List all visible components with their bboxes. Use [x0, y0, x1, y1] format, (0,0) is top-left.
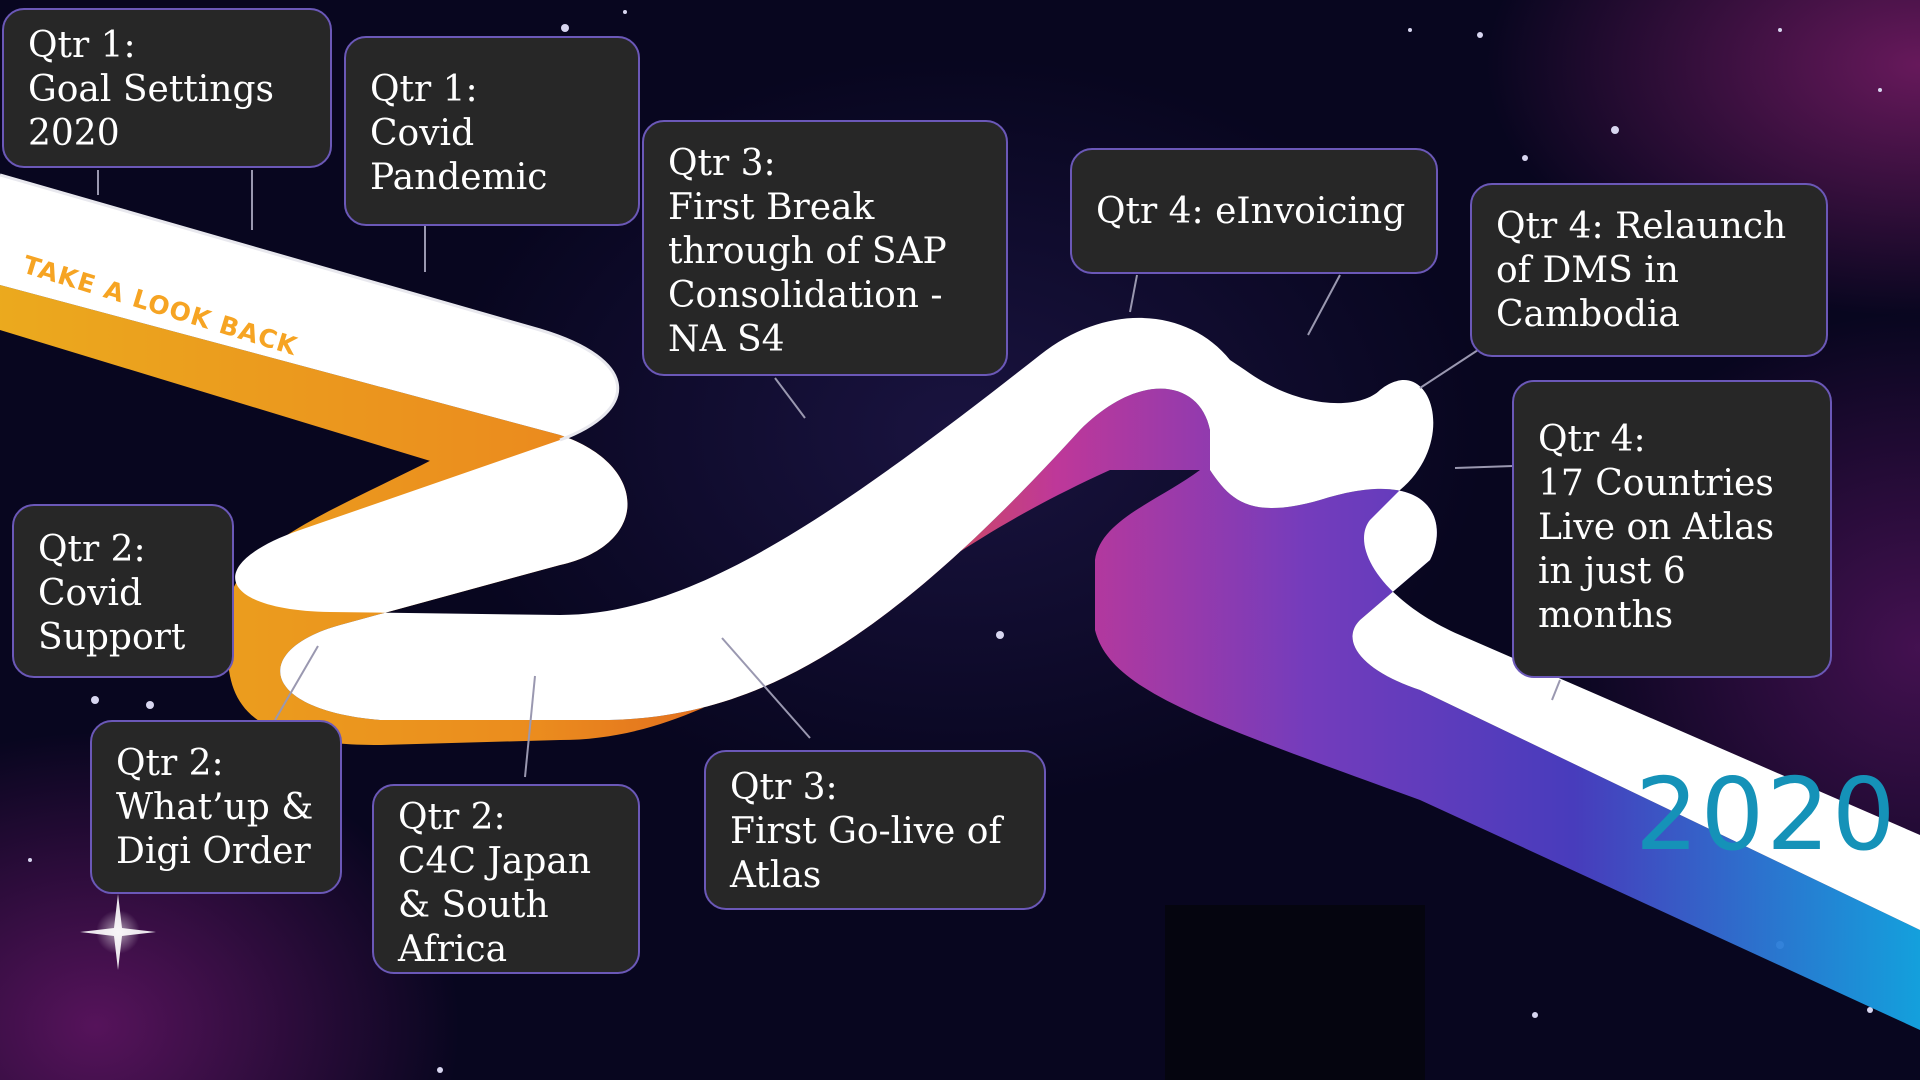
milestone-q4-17-countries: Qtr 4: 17 Countries Live on Atlas in jus…	[1512, 380, 1832, 678]
dark-patch	[1165, 905, 1425, 1080]
milestone-q3-first-golive-atlas: Qtr 3: First Go-live of Atlas	[704, 750, 1046, 910]
year-label: 2020	[1635, 756, 1898, 873]
milestone-q2-covid-support: Qtr 2: Covid Support	[12, 504, 234, 678]
milestone-q2-c4c-japan-south-africa: Qtr 2: C4C Japan & South Africa	[372, 784, 640, 974]
milestone-q2-whatsapp-digi-order: Qtr 2: What’up & Digi Order	[90, 720, 342, 894]
milestone-q1-covid-pandemic: Qtr 1: Covid Pandemic	[344, 36, 640, 226]
milestone-q1-goal-settings: Qtr 1: Goal Settings 2020	[2, 8, 332, 168]
milestone-q3-sap-consolidation: Qtr 3: First Break through of SAP Consol…	[642, 120, 1008, 376]
milestone-q4-einvoicing: Qtr 4: eInvoicing	[1070, 148, 1438, 274]
sparkle	[80, 894, 156, 970]
milestone-q4-relaunch-dms: Qtr 4: Relaunch of DMS in Cambodia	[1470, 183, 1828, 357]
